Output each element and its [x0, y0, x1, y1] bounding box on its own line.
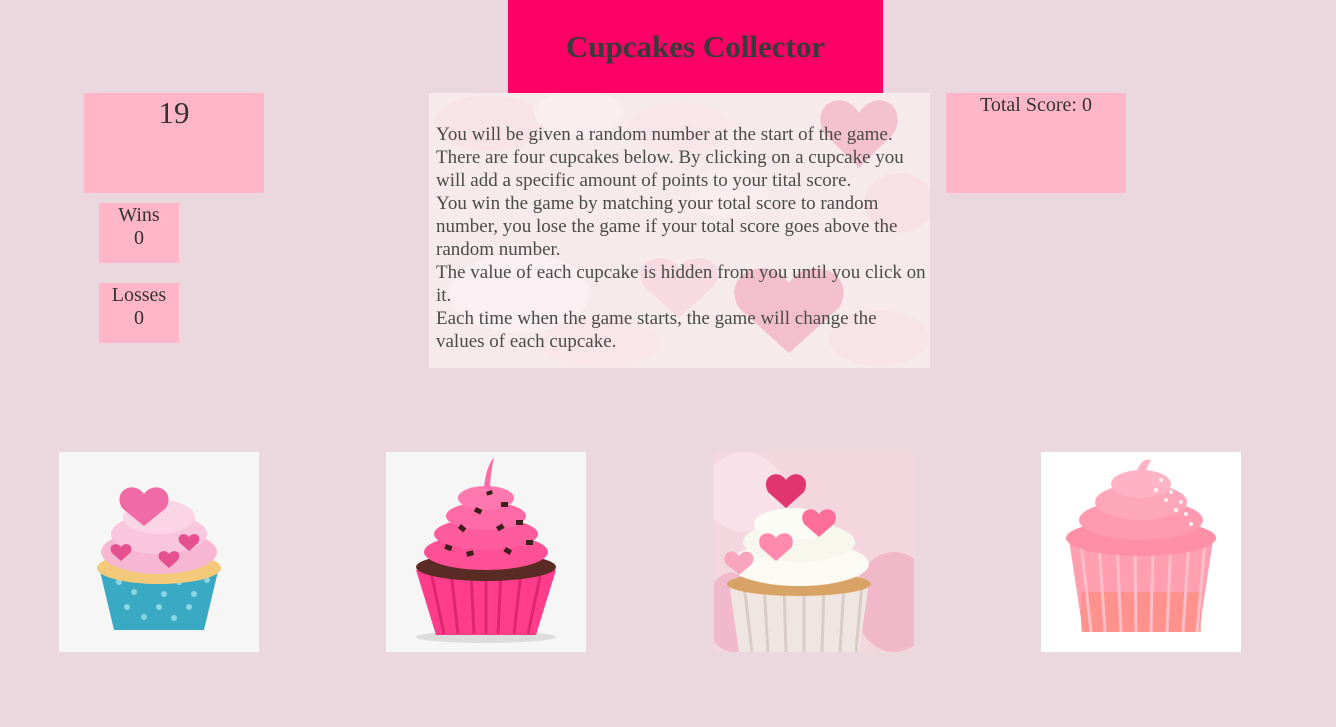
wins-label: Wins — [118, 204, 160, 226]
cupcake-button-1[interactable] — [59, 452, 259, 652]
losses-box: Losses 0 — [99, 283, 179, 343]
instruction-line: There are four cupcakes below. By clicki… — [436, 147, 904, 191]
total-score-box: Total Score: 0 — [946, 93, 1126, 193]
wins-value: 0 — [134, 227, 144, 249]
random-number-box: 19 — [84, 93, 264, 193]
page-title: Cupcakes Collector — [565, 28, 826, 64]
random-number: 19 — [158, 95, 190, 130]
cupcake-button-2[interactable] — [386, 452, 586, 652]
cupcake-button-3[interactable] — [714, 452, 914, 652]
instruction-line: The value of each cupcake is hidden from… — [436, 262, 926, 306]
instruction-line: Each time when the game starts, the game… — [436, 308, 877, 352]
losses-value: 0 — [134, 307, 144, 329]
cupcake-button-4[interactable] — [1041, 452, 1241, 652]
cupcake-white-frosting-hearts-icon — [714, 452, 914, 652]
instructions-text: You will be given a random number at the… — [436, 123, 928, 353]
instructions-panel: You will be given a random number at the… — [429, 93, 930, 368]
cupcake-blue-liner-pink-frosting-icon — [97, 487, 221, 630]
wins-box: Wins 0 — [99, 203, 179, 263]
losses-label: Losses — [111, 284, 167, 306]
cupcake-hot-pink-chocolate-chips-icon — [416, 457, 556, 643]
instruction-line: You win the game by matching your total … — [436, 193, 898, 260]
title-banner: Cupcakes Collector — [508, 0, 883, 93]
total-score: Total Score: 0 — [980, 94, 1092, 116]
cupcake-pink-frosting-sprinkles-icon — [1066, 459, 1216, 633]
instruction-line: You will be given a random number at the… — [436, 124, 893, 145]
